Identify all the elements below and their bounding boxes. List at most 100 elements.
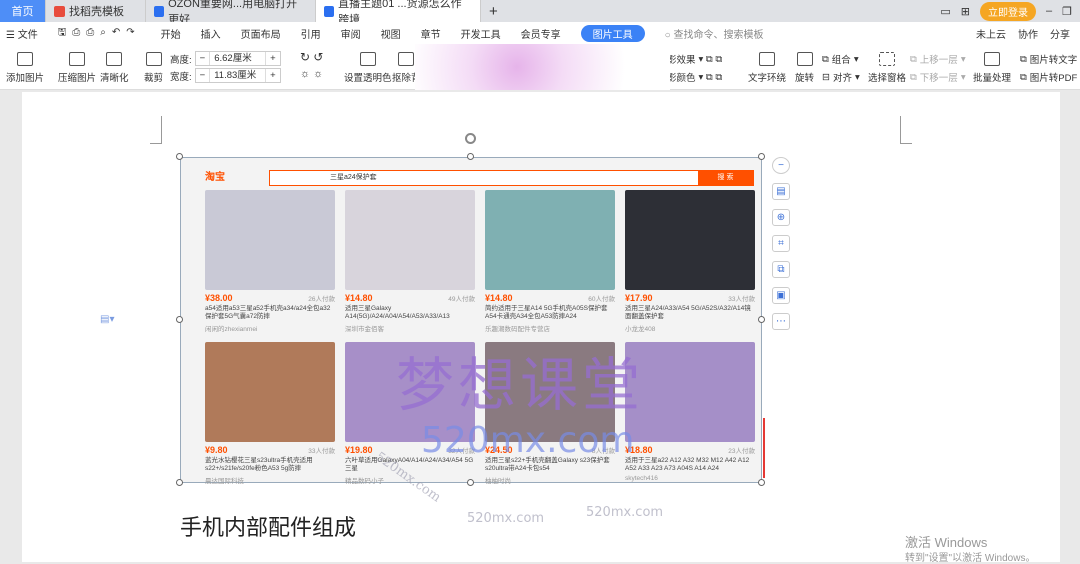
crop-icon[interactable]: ⌗ [772, 235, 790, 252]
login-button[interactable]: 立即登录 [980, 1, 1036, 21]
quick-access-icons[interactable]: 🖫⎙⎙⌕↶↷ [58, 25, 141, 42]
text-wrap-button[interactable]: 文字环绕 [748, 52, 786, 84]
tab-doc-ozon[interactable]: OZON重要网...用电脑打开更好 [146, 0, 316, 26]
menu-home[interactable]: 开始 [161, 26, 181, 41]
effects-button[interactable]: 影效果 ▾ ⧉ ⧉ [667, 52, 722, 67]
red-marker [763, 418, 765, 478]
color-button[interactable]: 影颜色 ▾ ⧉ ⧉ [667, 70, 722, 85]
new-tab-button[interactable]: + [481, 0, 506, 22]
minimize-button[interactable]: – [1046, 5, 1052, 17]
resize-handle[interactable] [758, 153, 765, 160]
product-image [625, 342, 755, 442]
product-card[interactable]: ¥17.90 33人付款 适用三星A24/A33/A54 5G/A52S/A32/… [625, 190, 755, 340]
resize-handle[interactable] [467, 153, 474, 160]
menu-review[interactable]: 审阅 [341, 26, 361, 41]
batch-button[interactable]: 批量处理 [973, 52, 1011, 84]
width-control: 宽度: −11.83厘米 + [170, 68, 281, 83]
height-increase[interactable]: + [266, 53, 280, 64]
product-image [345, 190, 475, 290]
rotate-handle[interactable] [465, 133, 476, 144]
command-search[interactable]: ○ 查找命令、搜索模板 [665, 26, 764, 41]
image-float-toolbar: − ▤ ⊕ ⌗ ⧉ ▣ ⋯ [772, 157, 790, 330]
product-card[interactable]: ¥14.80 49人付款 适用三星Galaxy A14(5G)/A24/A04/A… [345, 190, 475, 340]
product-price: ¥17.90 [625, 293, 653, 303]
product-card[interactable]: ¥14.80 60人付款 简约适用于三星A14 5G手机壳A05S保护套A54卡通… [485, 190, 615, 340]
menu-layout[interactable]: 页面布局 [241, 26, 281, 41]
compress-button[interactable]: 压缩图片 [58, 52, 96, 84]
layout-options-icon[interactable]: ▤ [772, 183, 790, 200]
menu-developer[interactable]: 开发工具 [461, 26, 501, 41]
watermark-site-4: 520mx.com [586, 505, 664, 520]
add-picture-button[interactable]: 添加图片 [6, 52, 44, 84]
product-card[interactable]: ¥38.00 26人付款 a54适用a53三星a52手机壳a34/a24全包a32… [205, 190, 335, 340]
product-sold: 26人付款 [308, 296, 335, 303]
product-sold: 60人付款 [588, 296, 615, 303]
layout-icon[interactable]: ▭ [940, 5, 950, 18]
resize-handle[interactable] [176, 316, 183, 323]
product-card[interactable]: ¥9.80 33人付款 蓝光水钻樱花三星s23ultra手机壳适用s22+/s21… [205, 342, 335, 492]
rotate-icons[interactable]: ↻ ↺ [300, 50, 323, 64]
share-button[interactable]: 分享 [1050, 26, 1070, 41]
compress-icon [69, 52, 85, 66]
align-button[interactable]: ⊟ 对齐 ▾ [822, 70, 860, 85]
menu-view[interactable]: 视图 [381, 26, 401, 41]
image-to-text-icon[interactable]: ⧉ [772, 261, 790, 278]
resize-handle[interactable] [758, 316, 765, 323]
product-title: a54适用a53三星a52手机壳a34/a24全包a32保护套5G气囊a72防摔 [205, 305, 331, 320]
product-shop: 闲闲的zhexianmei [205, 326, 258, 333]
menu-bar: ☰ 文件 🖫⎙⎙⌕↶↷ 开始 插入 页面布局 引用 审阅 视图 章节 开发工具 … [0, 22, 1080, 44]
to-pdf-button[interactable]: ⧉ 图片转PDF [1020, 70, 1077, 85]
selected-image[interactable]: 淘宝 三星a24保护套搜 索 ¥38.00 26人付款 a54适用a53三星a52… [180, 157, 765, 485]
apps-icon[interactable]: ⊞ [961, 5, 970, 18]
product-sold: 33人付款 [308, 448, 335, 455]
document-caption: 手机内部配件组成 [180, 516, 357, 541]
cloud-button[interactable]: 未上云 [976, 26, 1006, 41]
rotate-button[interactable]: 旋转 [795, 52, 814, 84]
product-price: ¥9.80 [205, 445, 228, 455]
product-image [625, 190, 755, 290]
product-price: ¥38.00 [205, 293, 233, 303]
menu-insert[interactable]: 插入 [201, 26, 221, 41]
brightness-icons[interactable]: ☼ ☼ [300, 68, 323, 80]
send-backward-button[interactable]: ⧉ 下移一层 ▾ [910, 70, 966, 85]
width-input[interactable]: 11.83厘米 [209, 69, 267, 82]
transparent-icon [359, 52, 376, 66]
product-sold: 23人付款 [728, 448, 755, 455]
product-card[interactable]: ¥18.80 23人付款 适用于三星a22 A12 A32 M32 M12 A42… [625, 342, 755, 492]
menu-member[interactable]: 会员专享 [521, 26, 561, 41]
menu-section[interactable]: 章节 [421, 26, 441, 41]
height-input[interactable]: 6.62厘米 [209, 52, 267, 65]
ocr-icon[interactable]: ▣ [772, 287, 790, 304]
margin-mark [900, 116, 912, 144]
tab-doc-active[interactable]: 直播主题01 ...货源怎么作跨境 [316, 0, 481, 26]
resize-handle[interactable] [176, 153, 183, 160]
resize-handle[interactable] [467, 479, 474, 486]
menu-references[interactable]: 引用 [301, 26, 321, 41]
width-decrease[interactable]: − [196, 70, 210, 81]
height-decrease[interactable]: − [196, 53, 210, 64]
file-menu[interactable]: ☰ 文件 [6, 26, 38, 41]
more-icon[interactable]: ⋯ [772, 313, 790, 330]
tab-home[interactable]: 首页 [0, 0, 46, 22]
collab-button[interactable]: 协作 [1018, 26, 1038, 41]
group-button[interactable]: ⧉ 组合 ▾ [822, 52, 859, 67]
resize-handle[interactable] [758, 479, 765, 486]
product-shop: 柚柚时尚 [485, 478, 511, 485]
bring-forward-button[interactable]: ⧉ 上移一层 ▾ [910, 52, 966, 67]
margin-mark [150, 116, 162, 144]
selection-pane-button[interactable]: 选择窗格 [868, 52, 906, 84]
width-increase[interactable]: + [266, 70, 280, 81]
watermark-site: 520mx.com [421, 420, 635, 461]
tab-bar: 首页 找稻壳模板 OZON重要网...用电脑打开更好 直播主题01 ...货源怎… [0, 0, 1080, 26]
set-transparent-button[interactable]: 设置透明色 [344, 52, 392, 84]
restore-button[interactable]: ❐ [1062, 5, 1072, 18]
collapse-icon[interactable]: − [772, 157, 790, 174]
tab-picture-tools[interactable]: 图片工具 [580, 24, 645, 42]
zoom-icon[interactable]: ⊕ [772, 209, 790, 226]
to-text-button[interactable]: ⧉ 图片转文字 [1020, 52, 1077, 67]
sharpen-button[interactable]: 清晰化 [100, 52, 129, 84]
crop-button[interactable]: 裁剪 [144, 52, 163, 84]
resize-handle[interactable] [176, 479, 183, 486]
anchor-icon[interactable]: ▤▾ [100, 314, 114, 325]
tab-docer[interactable]: 找稻壳模板 [46, 0, 146, 22]
